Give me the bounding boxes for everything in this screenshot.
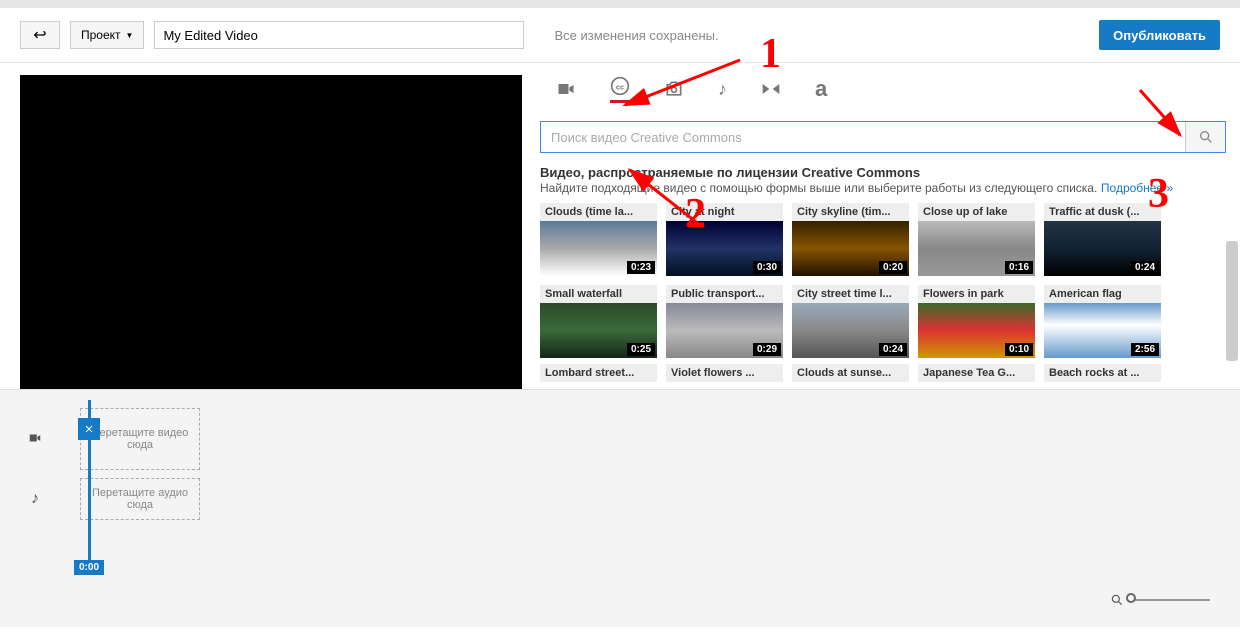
scrollbar-vertical[interactable] — [1226, 241, 1238, 361]
video-thumbnail: 0:29 — [666, 303, 783, 358]
video-preview[interactable] — [20, 75, 522, 389]
video-item-title[interactable]: Clouds at sunse... — [792, 364, 909, 382]
video-item-title[interactable]: Japanese Tea G... — [918, 364, 1035, 382]
playhead-handle[interactable] — [78, 418, 100, 440]
video-thumbnail: 0:24 — [1044, 221, 1161, 276]
transition-icon — [761, 79, 781, 99]
video-thumbnail: 0:25 — [540, 303, 657, 358]
video-duration: 0:30 — [753, 261, 781, 274]
video-duration: 2:56 — [1131, 343, 1159, 356]
video-thumbnail: 2:56 — [1044, 303, 1161, 358]
chevron-down-icon: ▼ — [126, 31, 134, 40]
zoom-slider[interactable] — [1130, 599, 1210, 601]
video-item-title: City skyline (tim... — [792, 203, 909, 221]
video-duration: 0:10 — [1005, 343, 1033, 356]
tab-photos[interactable] — [664, 75, 684, 103]
video-camera-icon — [556, 79, 576, 99]
cc-subtitle: Найдите подходящие видео с помощью формы… — [540, 181, 1097, 195]
cc-icon: cc — [610, 76, 630, 96]
video-duration: 0:23 — [627, 261, 655, 274]
video-item[interactable]: Traffic at dusk (... 0:24 — [1044, 203, 1161, 276]
video-duration: 0:29 — [753, 343, 781, 356]
video-item-title: Close up of lake — [918, 203, 1035, 221]
video-thumbnail: 0:24 — [792, 303, 909, 358]
search-input[interactable] — [541, 122, 1185, 152]
zoom-icon — [1110, 593, 1124, 607]
back-button[interactable]: ↩ — [20, 21, 60, 49]
audio-track-icon: ♪ — [20, 490, 50, 508]
zoom-control[interactable] — [1110, 593, 1210, 607]
tab-audio[interactable]: ♪ — [718, 75, 727, 103]
video-item[interactable]: City at night 0:30 — [666, 203, 783, 276]
tab-text[interactable]: a — [815, 75, 827, 103]
media-tabs: cc ♪ a — [540, 75, 1226, 103]
annotation-2: 2 — [685, 190, 706, 238]
video-item-title: City at night — [666, 203, 783, 221]
video-thumbnail: 0:30 — [666, 221, 783, 276]
video-item-title: American flag — [1044, 285, 1161, 303]
video-duration: 0:24 — [879, 343, 907, 356]
video-item-title: Small waterfall — [540, 285, 657, 303]
save-status: Все изменения сохранены. — [554, 28, 718, 43]
video-thumbnail: 0:20 — [792, 221, 909, 276]
timeline: Перетащите видео сюда ♪ Перетащите аудио… — [0, 389, 1240, 627]
video-item[interactable]: Close up of lake 0:16 — [918, 203, 1035, 276]
annotation-3: 3 — [1148, 170, 1169, 218]
video-item-title: Public transport... — [666, 285, 783, 303]
music-note-icon: ♪ — [718, 79, 727, 100]
project-dropdown[interactable]: Проект ▼ — [70, 21, 144, 49]
search-icon — [1198, 129, 1214, 145]
video-item[interactable]: City skyline (tim... 0:20 — [792, 203, 909, 276]
video-duration: 0:24 — [1131, 261, 1159, 274]
video-track-icon — [20, 431, 50, 448]
video-duration: 0:25 — [627, 343, 655, 356]
video-item[interactable]: Clouds (time la... 0:23 — [540, 203, 657, 276]
video-thumbnail: 0:16 — [918, 221, 1035, 276]
video-title-input[interactable] — [154, 21, 524, 49]
video-item-title: Clouds (time la... — [540, 203, 657, 221]
video-grid: Clouds (time la... 0:23 City at night 0:… — [540, 203, 1226, 358]
video-grid-partial: Lombard street... Violet flowers ... Cloud… — [540, 364, 1226, 382]
video-item-title[interactable]: Lombard street... — [540, 364, 657, 382]
video-item-title: Flowers in park — [918, 285, 1035, 303]
zoom-handle[interactable] — [1126, 593, 1136, 603]
video-item[interactable]: Public transport... 0:29 — [666, 285, 783, 358]
video-item-title[interactable]: Beach rocks at ... — [1044, 364, 1161, 382]
video-thumbnail: 0:10 — [918, 303, 1035, 358]
video-item-title[interactable]: Violet flowers ... — [666, 364, 783, 382]
header: ↩ Проект ▼ Все изменения сохранены. Опуб… — [0, 8, 1240, 63]
video-item[interactable]: American flag 2:56 — [1044, 285, 1161, 358]
video-thumbnail: 0:23 — [540, 221, 657, 276]
cc-description: Видео, распространяемые по лицензии Crea… — [540, 165, 1226, 195]
cc-title: Видео, распространяемые по лицензии Crea… — [540, 165, 1226, 180]
search-button[interactable] — [1185, 122, 1225, 152]
video-duration: 0:20 — [879, 261, 907, 274]
text-a-icon: a — [815, 76, 827, 102]
video-item-title: City street time l... — [792, 285, 909, 303]
scissors-icon — [83, 423, 95, 435]
video-item[interactable]: Small waterfall 0:25 — [540, 285, 657, 358]
tab-video[interactable] — [556, 75, 576, 103]
video-item[interactable]: City street time l... 0:24 — [792, 285, 909, 358]
annotation-1: 1 — [760, 30, 781, 78]
tab-transitions[interactable] — [761, 75, 781, 103]
camera-icon — [664, 79, 684, 99]
video-item-title: Traffic at dusk (... — [1044, 203, 1161, 221]
video-item[interactable]: Flowers in park 0:10 — [918, 285, 1035, 358]
publish-button[interactable]: Опубликовать — [1099, 20, 1220, 50]
project-label: Проект — [81, 28, 121, 42]
video-duration: 0:16 — [1005, 261, 1033, 274]
tab-creative-commons[interactable]: cc — [610, 75, 630, 103]
audio-drop-zone[interactable]: Перетащите аудио сюда — [80, 478, 200, 520]
timeline-time: 0:00 — [74, 560, 104, 575]
svg-text:cc: cc — [616, 82, 624, 91]
search-container — [540, 121, 1226, 153]
